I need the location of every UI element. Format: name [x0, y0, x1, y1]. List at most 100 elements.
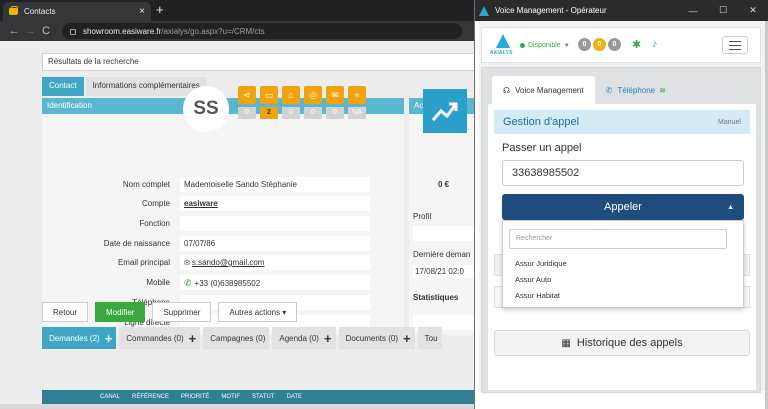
- gestion-title: Gestion d'appel: [503, 116, 580, 128]
- status-dot-icon: [520, 43, 525, 48]
- badge-share[interactable]: ⋖ 0: [238, 86, 256, 119]
- maximize-icon[interactable]: ☐: [708, 5, 738, 16]
- tab-documents[interactable]: Documents (0) +: [338, 327, 415, 349]
- historique-button[interactable]: ▦ Historique des appels: [494, 330, 750, 356]
- add-icon[interactable]: +: [189, 331, 197, 346]
- briefcase-icon: [9, 6, 18, 15]
- voice-management-window: Voice Management - Opérateur — ☐ ✕ AXIAL…: [474, 0, 768, 409]
- horizontal-scrollbar[interactable]: [0, 404, 474, 409]
- tab-title: Contacts: [24, 7, 56, 16]
- value-mobile[interactable]: ✆ +33 (0)638985502: [180, 275, 370, 290]
- badge-rating[interactable]: ≈ NA: [348, 86, 366, 119]
- close-tab-icon[interactable]: ×: [139, 6, 145, 17]
- menu-item-assur-habitat[interactable]: Assur Habitat: [515, 291, 560, 300]
- gestion-appel-header: Gestion d'appel Manuel: [494, 110, 750, 134]
- badge-count: 0: [282, 107, 300, 119]
- caret-up-icon[interactable]: ▲: [727, 204, 734, 211]
- appeler-button[interactable]: Appeler ▲: [502, 194, 744, 220]
- subtab-label: Agenda (0): [279, 333, 319, 343]
- calendar-icon: ▦: [561, 337, 571, 349]
- passer-appel-label: Passer un appel: [502, 142, 582, 154]
- tab-telephone[interactable]: ✆ Téléphone ≋: [595, 76, 677, 104]
- modifier-button[interactable]: Modifier: [95, 302, 146, 322]
- bug-icon[interactable]: ✱: [632, 38, 643, 51]
- mobile-number: +33 (0)638985502: [194, 279, 261, 288]
- tab-contact[interactable]: Contact: [42, 77, 84, 96]
- supprimer-button[interactable]: Supprimer: [152, 302, 212, 322]
- menu-item-assur-juridique[interactable]: Assur Juridique: [515, 259, 567, 268]
- badge-basket[interactable]: ⌂ 0: [282, 86, 300, 119]
- profil-value: [413, 226, 475, 241]
- close-icon[interactable]: ✕: [738, 5, 768, 16]
- value-email[interactable]: ✉ s.sando@gmail.com: [180, 255, 370, 270]
- label-mobile: Mobile: [146, 278, 170, 287]
- contact-badges: ⋖ 0 ▭ 2 ⌂ 0 ◎ 0 ✉ 0 ≈ NA: [238, 86, 370, 119]
- add-icon[interactable]: +: [105, 331, 113, 346]
- basket-icon: ⌂: [282, 86, 300, 104]
- tab-commandes[interactable]: Commandes (0) +: [119, 327, 201, 349]
- appeler-label: Appeler: [604, 201, 642, 213]
- tab-agenda[interactable]: Agenda (0) +: [272, 327, 336, 349]
- add-icon[interactable]: +: [403, 331, 411, 346]
- link-compte[interactable]: easiware: [180, 196, 370, 211]
- label-date-naissance: Date de naissance: [103, 239, 170, 248]
- column-header[interactable]: CANAL: [100, 394, 120, 400]
- dropdown-search-input[interactable]: Rechercher: [509, 229, 727, 249]
- retour-button[interactable]: Retour: [42, 302, 89, 322]
- axialys-wordmark: AXIALYS: [490, 50, 513, 56]
- phone-number-input[interactable]: 33638985502: [502, 160, 744, 186]
- tab-tous[interactable]: Tou: [417, 327, 442, 349]
- new-tab-icon[interactable]: +: [156, 2, 164, 17]
- badge-target[interactable]: ◎ 0: [304, 86, 322, 119]
- counter-badge: 0: [578, 38, 591, 51]
- hamburger-line: [729, 41, 741, 42]
- column-header[interactable]: PRIORITÉ: [181, 394, 209, 400]
- url-path: /axialys/go.aspx?u=/CRM/cts: [161, 26, 265, 36]
- trend-chart-icon: [423, 89, 467, 133]
- target-icon: ◎: [304, 86, 322, 104]
- historique-label: Historique des appels: [576, 337, 683, 349]
- back-icon[interactable]: ←: [6, 25, 22, 37]
- call-counters: 0 0 0: [578, 38, 623, 51]
- menu-item-assur-auto[interactable]: Assur Auto: [515, 275, 551, 284]
- bell-icon[interactable]: ♪: [652, 38, 663, 51]
- badge-count: NA: [348, 107, 366, 119]
- column-header[interactable]: STATUT: [252, 394, 274, 400]
- availability-dropdown[interactable]: Disponible ▼: [520, 42, 570, 49]
- reload-icon[interactable]: C: [38, 25, 54, 37]
- tab-demandes[interactable]: Demandes (2) +: [42, 327, 117, 349]
- chat-icon: ✉: [326, 86, 344, 104]
- phone-icon[interactable]: ✆: [184, 278, 192, 288]
- counter-badge: 0: [608, 38, 621, 51]
- tab-campagnes[interactable]: Campagnes (0): [203, 327, 270, 349]
- url-host: showroom.easiware.fr: [83, 26, 162, 36]
- autres-actions-button[interactable]: Autres actions ▾: [218, 302, 298, 322]
- badge-chat[interactable]: ✉ 0: [326, 86, 344, 119]
- column-header[interactable]: MOTIF: [221, 394, 240, 400]
- gestion-mode: Manuel: [718, 118, 741, 126]
- add-icon[interactable]: +: [324, 331, 332, 346]
- browser-tab-contacts[interactable]: Contacts ×: [3, 2, 151, 21]
- forward-icon[interactable]: →: [22, 25, 38, 37]
- tab-voice-management[interactable]: ☊ Voice Management: [492, 76, 595, 104]
- minimize-icon[interactable]: —: [678, 6, 708, 16]
- tab-label: Voice Management: [515, 85, 584, 95]
- contact-actions: Retour Modifier Supprimer Autres actions…: [42, 302, 304, 322]
- email-link[interactable]: s.sando@gmail.com: [192, 258, 265, 267]
- label-email: Email principal: [117, 258, 170, 267]
- vm-window-title: Voice Management - Opérateur: [495, 6, 607, 15]
- menu-button[interactable]: [722, 36, 748, 54]
- column-header[interactable]: DATE: [287, 394, 303, 400]
- badge-inbox[interactable]: ▭ 2: [260, 86, 278, 119]
- statistiques-label: Statistiques: [413, 293, 459, 302]
- headset-icon: ☊: [503, 85, 511, 95]
- tab-label: Téléphone: [617, 85, 656, 95]
- vm-header: AXIALYS Disponible ▼ 0 0 0 ✱ ♪: [481, 27, 761, 63]
- url-input[interactable]: showroom.easiware.fr/axialys/go.aspx?u=/…: [62, 23, 462, 39]
- column-header[interactable]: RÉFÉRENCE: [132, 394, 169, 400]
- hamburger-line: [729, 49, 741, 50]
- caret-down-icon: ▼: [563, 42, 570, 49]
- axialys-logo-icon: [479, 5, 489, 16]
- label-fonction: Fonction: [139, 219, 170, 228]
- subtab-label: Commandes (0): [126, 333, 184, 343]
